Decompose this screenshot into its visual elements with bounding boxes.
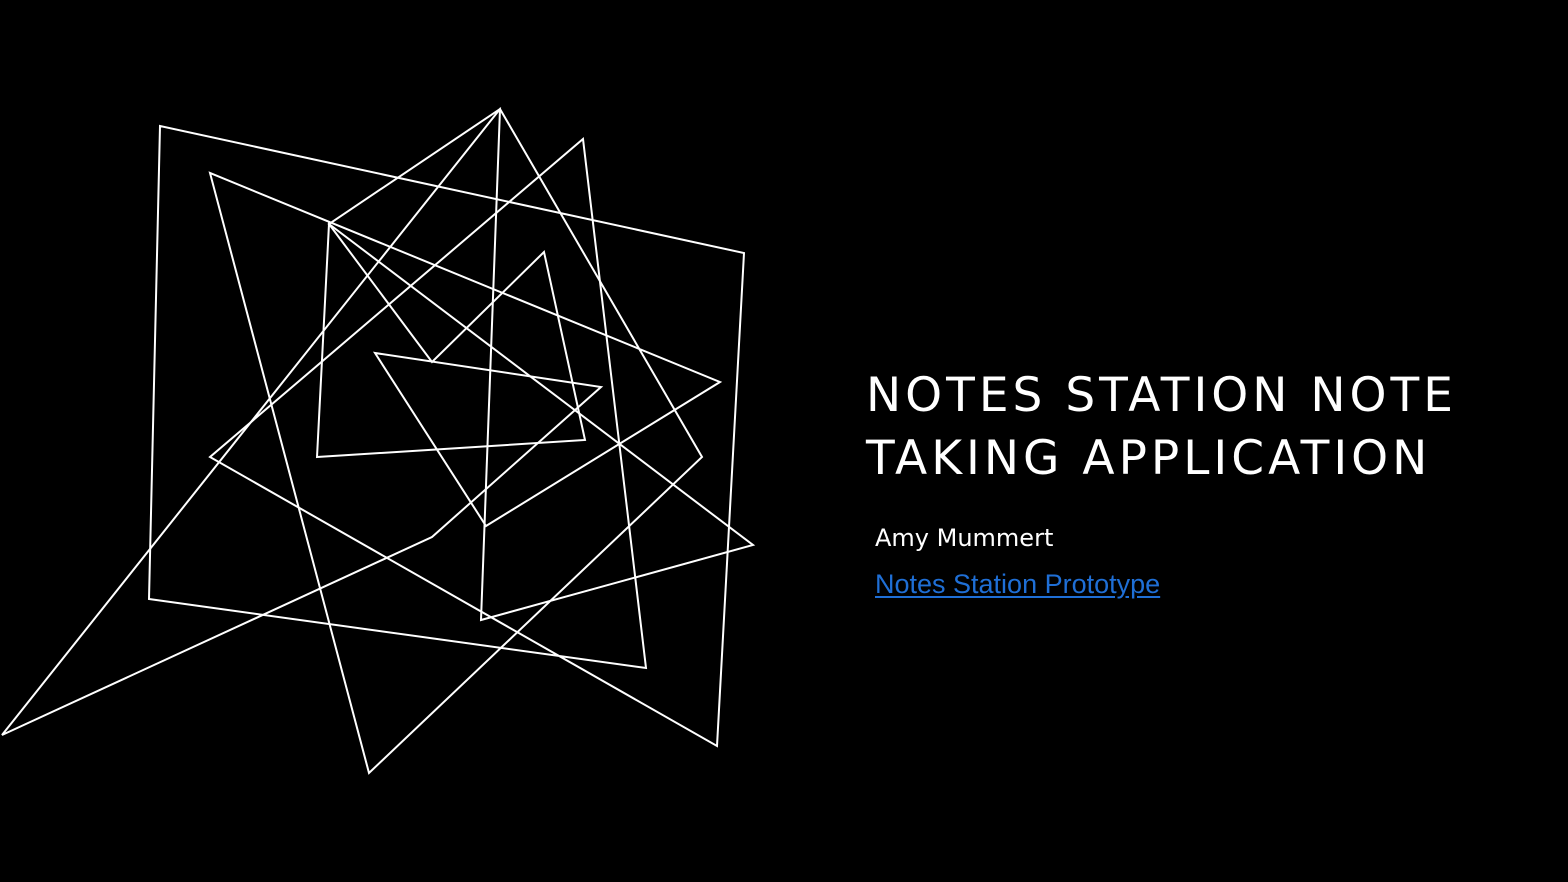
line-shape-tall-triangle: [1, 107, 723, 775]
line-shape-inner-square: [327, 107, 756, 622]
title-slide: NOTES STATION NOTE TAKING APPLICATION Am…: [0, 0, 1568, 882]
abstract-line-art: [1, 107, 756, 775]
line-shape-large-square: [147, 124, 746, 748]
page-title: NOTES STATION NOTE TAKING APPLICATION: [866, 364, 1526, 490]
title-line-2: TAKING APPLICATION: [866, 431, 1432, 486]
line-shape-center-square: [315, 221, 587, 459]
title-line-1: NOTES STATION NOTE: [866, 368, 1457, 423]
prototype-link[interactable]: Notes Station Prototype: [875, 567, 1160, 601]
author-name: Amy Mummert: [875, 524, 1054, 552]
